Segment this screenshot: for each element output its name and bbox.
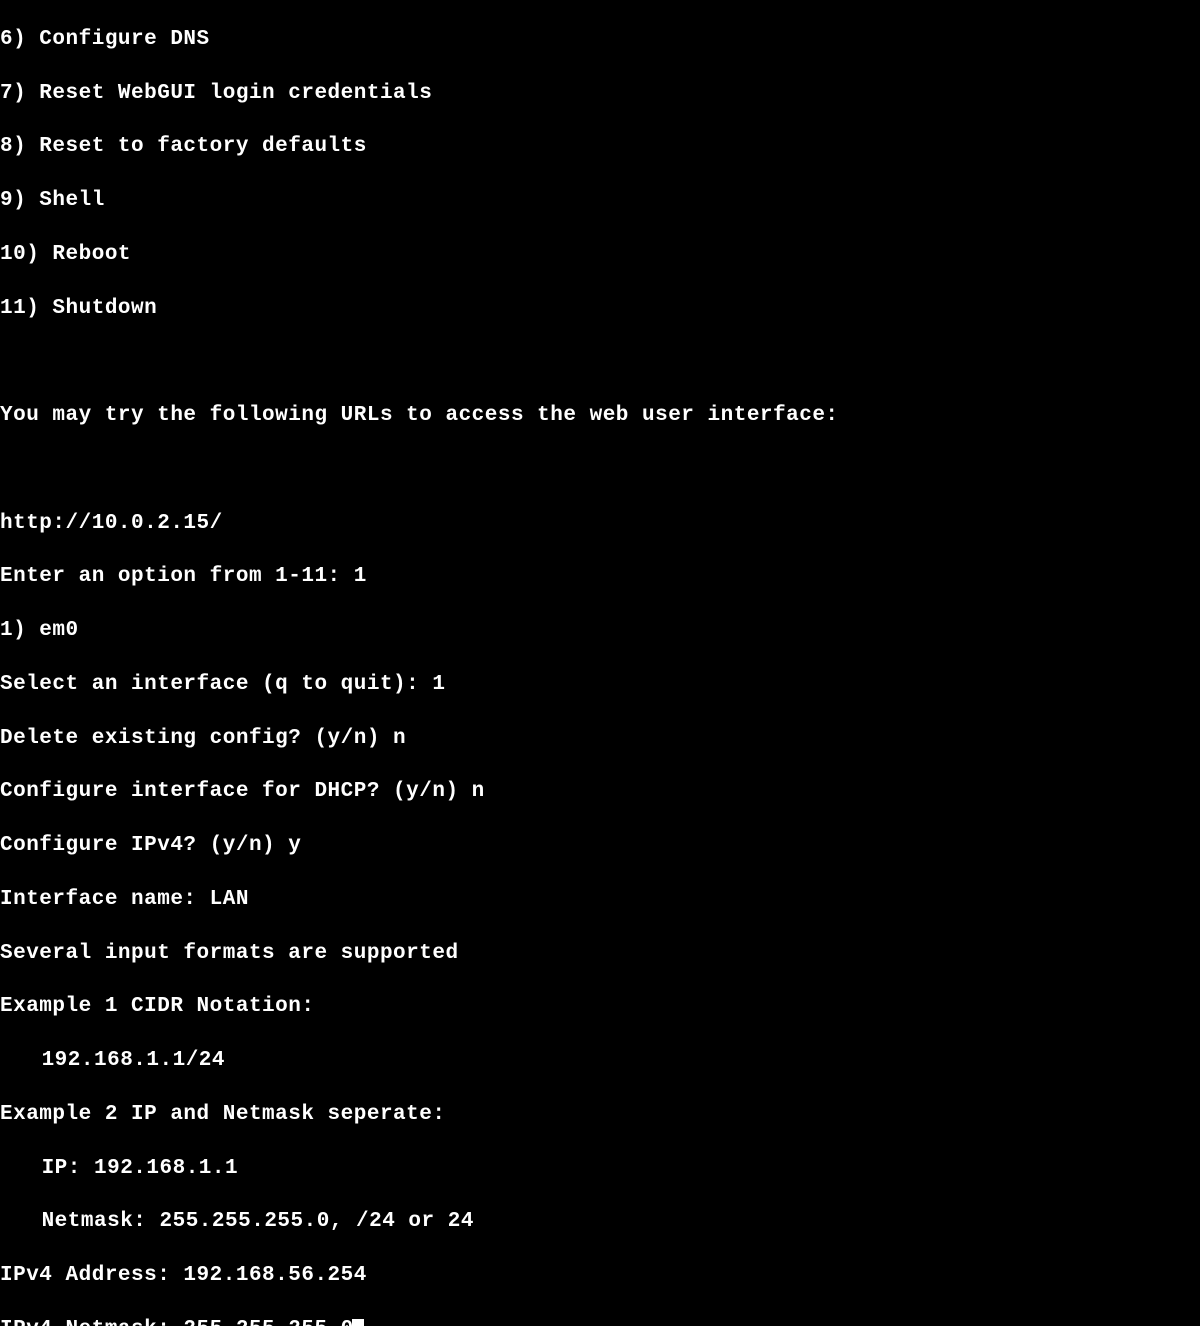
prompt-delete-config: Delete existing config? (y/n) n [0, 726, 1200, 753]
iface-list-1: 1) em0 [0, 618, 1200, 645]
prompt-ipv4-netmask[interactable]: IPv4 Netmask: 255.255.255.0 [0, 1317, 1200, 1326]
menu-item-7: 7) Reset WebGUI login credentials [0, 81, 1200, 108]
prompt-enter-option: Enter an option from 1-11: 1 [0, 564, 1200, 591]
terminal-output[interactable]: 6) Configure DNS 7) Reset WebGUI login c… [0, 0, 1200, 1326]
menu-item-10: 10) Reboot [0, 242, 1200, 269]
formats-hint: Several input formats are supported [0, 941, 1200, 968]
blank-line [0, 457, 1200, 484]
blank-line [0, 349, 1200, 376]
example1-title: Example 1 CIDR Notation: [0, 994, 1200, 1021]
example2-netmask: Netmask: 255.255.255.0, /24 or 24 [0, 1209, 1200, 1236]
cursor-icon [352, 1319, 364, 1326]
example2-title: Example 2 IP and Netmask seperate: [0, 1102, 1200, 1129]
prompt-iface-name: Interface name: LAN [0, 887, 1200, 914]
prompt-ipv4: Configure IPv4? (y/n) y [0, 833, 1200, 860]
menu-item-11: 11) Shutdown [0, 296, 1200, 323]
menu-item-8: 8) Reset to factory defaults [0, 134, 1200, 161]
prompt-dhcp: Configure interface for DHCP? (y/n) n [0, 779, 1200, 806]
menu-item-9: 9) Shell [0, 188, 1200, 215]
ipv4-netmask-text: IPv4 Netmask: 255.255.255.0 [0, 1318, 354, 1326]
prompt-ipv4-address: IPv4 Address: 192.168.56.254 [0, 1263, 1200, 1290]
example1-value: 192.168.1.1/24 [0, 1048, 1200, 1075]
urls-hint: You may try the following URLs to access… [0, 403, 1200, 430]
url-1: http://10.0.2.15/ [0, 511, 1200, 538]
menu-item-6: 6) Configure DNS [0, 27, 1200, 54]
prompt-select-iface: Select an interface (q to quit): 1 [0, 672, 1200, 699]
example2-ip: IP: 192.168.1.1 [0, 1156, 1200, 1183]
